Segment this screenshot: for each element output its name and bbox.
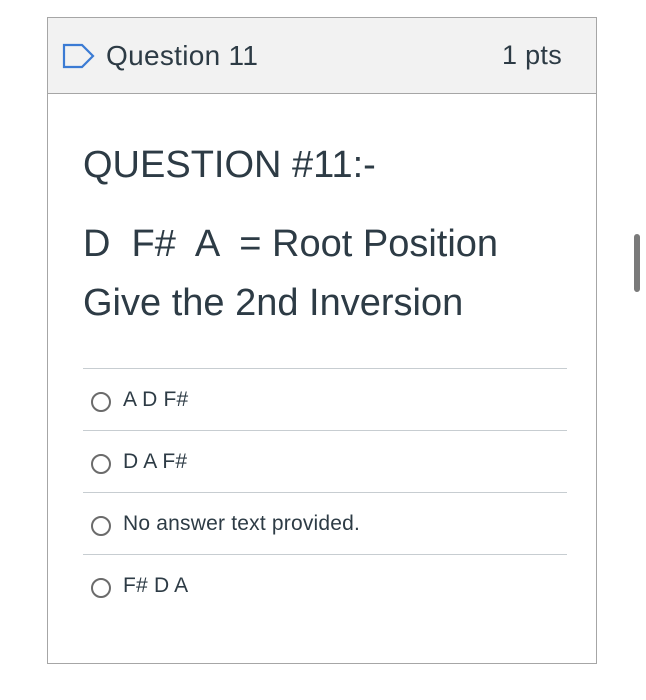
question-line-root-position: D F# A = Root Position bbox=[83, 223, 499, 265]
radio-circle-icon[interactable] bbox=[91, 515, 111, 536]
answer-label: A D F# bbox=[123, 387, 189, 411]
quiz-page: Question 11 1 pts QUESTION #11:- D F# A … bbox=[0, 0, 646, 700]
radio-circle-icon[interactable] bbox=[91, 453, 111, 474]
answer-option-4[interactable]: F# D A bbox=[83, 554, 567, 616]
answer-label: D A F# bbox=[123, 449, 188, 473]
question-title: Question 11 bbox=[106, 39, 259, 71]
question-header: Question 11 1 pts bbox=[48, 18, 596, 94]
question-card: Question 11 1 pts QUESTION #11:- D F# A … bbox=[47, 17, 597, 664]
scrollbar-thumb[interactable] bbox=[634, 234, 640, 292]
question-line-prompt: Give the 2nd Inversion bbox=[83, 282, 464, 324]
answer-list: A D F# D A F# No answer text provided. F… bbox=[83, 368, 567, 616]
flag-question-icon[interactable] bbox=[62, 43, 96, 69]
question-text: QUESTION #11:- D F# A = Root Position Gi… bbox=[83, 146, 562, 322]
question-points: 1 pts bbox=[501, 40, 562, 70]
answer-label: No answer text provided. bbox=[123, 511, 361, 535]
radio-circle-icon[interactable] bbox=[91, 391, 111, 412]
answer-option-3[interactable]: No answer text provided. bbox=[83, 492, 567, 554]
question-heading: QUESTION #11:- bbox=[83, 144, 376, 186]
question-body: QUESTION #11:- D F# A = Root Position Gi… bbox=[48, 94, 596, 616]
answer-label: F# D A bbox=[123, 573, 189, 597]
answer-option-1[interactable]: A D F# bbox=[83, 368, 567, 430]
radio-circle-icon[interactable] bbox=[91, 577, 111, 598]
answer-option-2[interactable]: D A F# bbox=[83, 430, 567, 492]
